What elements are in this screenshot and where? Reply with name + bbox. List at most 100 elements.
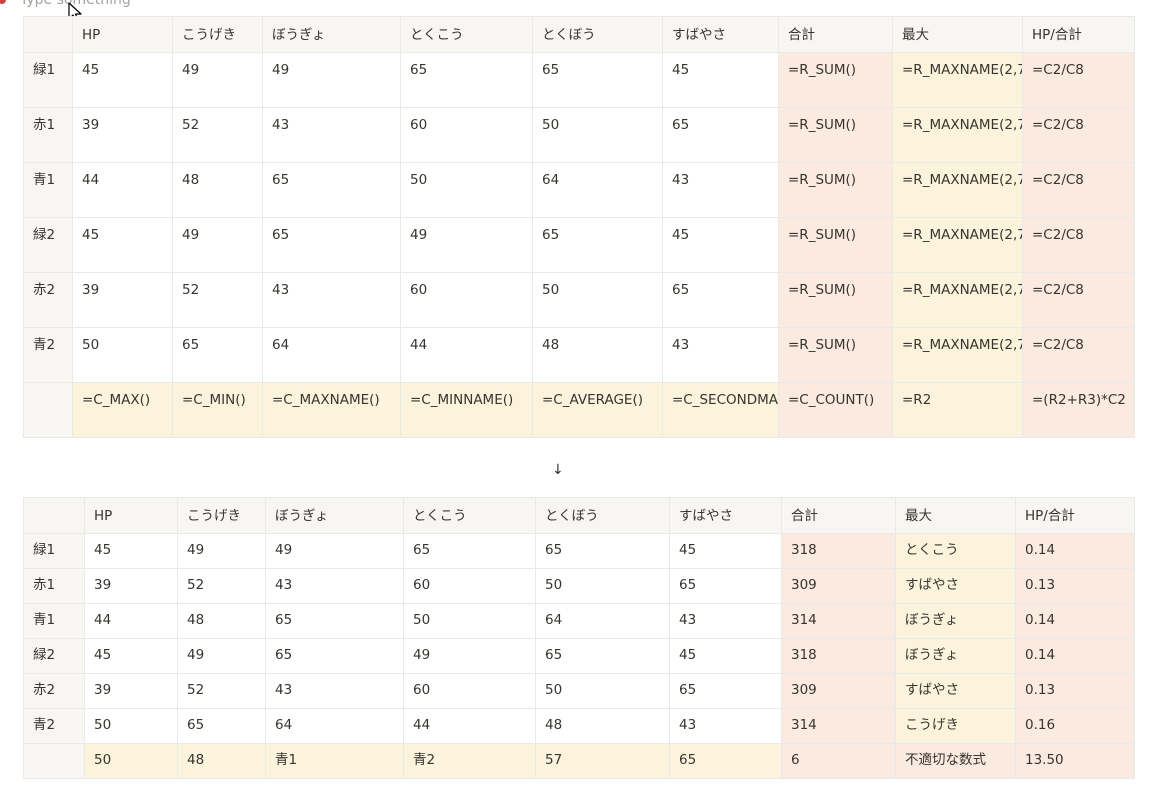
table-cell[interactable]: 44 [400,327,533,383]
table-cell[interactable]: 60 [403,568,536,604]
table-cell[interactable]: 0.16 [1015,708,1135,744]
column-header[interactable]: すばやさ [669,497,782,534]
footer-cell[interactable]: =C_COUNT() [778,382,893,438]
table-cell[interactable]: 49 [265,533,404,569]
editor-line[interactable]: Type something [0,0,131,9]
footer-cell[interactable]: 48 [177,743,266,779]
table-cell[interactable]: 48 [535,708,670,744]
table-cell[interactable]: 50 [532,107,663,163]
table-cell[interactable]: 64 [535,603,670,639]
table-cell[interactable]: 64 [262,327,401,383]
table-cell[interactable]: 0.14 [1015,533,1135,569]
table-cell[interactable]: 318 [781,638,896,674]
table-cell[interactable]: 44 [403,708,536,744]
row-header[interactable]: 緑1 [23,52,73,108]
footer-cell[interactable]: =(R2+R3)*C2 [1022,382,1135,438]
footer-cell[interactable]: =C_MINNAME() [400,382,533,438]
table-cell[interactable]: 318 [781,533,896,569]
footer-cell[interactable]: 6 [781,743,896,779]
table-cell[interactable]: 49 [172,52,263,108]
table-cell[interactable]: =C2/C8 [1022,327,1135,383]
table-cell[interactable]: 52 [172,107,263,163]
column-header[interactable] [23,497,85,534]
table-cell[interactable]: 49 [400,217,533,273]
table-cell[interactable]: =C2/C8 [1022,162,1135,218]
table-cell[interactable]: 39 [72,107,173,163]
column-header[interactable]: HP [84,497,178,534]
footer-cell[interactable]: =R2 [892,382,1023,438]
table-cell[interactable]: 65 [177,708,266,744]
table-cell[interactable]: =R_SUM() [778,272,893,328]
table-cell[interactable]: =R_SUM() [778,162,893,218]
column-header[interactable]: HP [72,16,173,53]
table-cell[interactable]: 43 [265,568,404,604]
table-cell[interactable]: 43 [662,327,779,383]
table-cell[interactable]: 65 [662,107,779,163]
column-header[interactable]: 合計 [781,497,896,534]
column-header[interactable]: とくこう [400,16,533,53]
column-header[interactable]: ぼうぎょ [262,16,401,53]
table-cell[interactable]: 65 [669,673,782,709]
row-header[interactable]: 緑2 [23,217,73,273]
table-cell[interactable]: 52 [177,568,266,604]
table-cell[interactable]: =C2/C8 [1022,272,1135,328]
table-cell[interactable]: 45 [669,638,782,674]
table-cell[interactable]: 65 [403,533,536,569]
table-cell[interactable]: 0.14 [1015,603,1135,639]
table-cell[interactable]: 50 [535,568,670,604]
table-cell[interactable]: すばやさ [895,673,1016,709]
table-cell[interactable]: 314 [781,603,896,639]
table-cell[interactable]: 64 [265,708,404,744]
table-cell[interactable]: =R_MAXNAME(2,7) [892,272,1023,328]
table-cell[interactable]: 48 [177,603,266,639]
footer-cell[interactable] [23,382,73,438]
table-cell[interactable]: 49 [177,533,266,569]
footer-cell[interactable]: 不適切な数式 [895,743,1016,779]
table-cell[interactable]: 50 [532,272,663,328]
table-cell[interactable]: 64 [532,162,663,218]
table-cell[interactable]: 39 [72,272,173,328]
table-cell[interactable]: =R_SUM() [778,52,893,108]
table-cell[interactable]: 65 [535,533,670,569]
table-cell[interactable]: =R_SUM() [778,107,893,163]
row-header[interactable]: 青1 [23,162,73,218]
table-cell[interactable]: ぼうぎょ [895,638,1016,674]
column-header[interactable]: 合計 [778,16,893,53]
table-cell[interactable]: 314 [781,708,896,744]
column-header[interactable]: HP/合計 [1015,497,1135,534]
table-cell[interactable]: 43 [265,673,404,709]
column-header[interactable] [23,16,73,53]
table-cell[interactable]: 45 [84,638,178,674]
table-cell[interactable]: 50 [535,673,670,709]
table-cell[interactable]: 39 [84,568,178,604]
table-cell[interactable]: 65 [662,272,779,328]
row-header[interactable]: 赤1 [23,107,73,163]
column-header[interactable]: HP/合計 [1022,16,1135,53]
table-cell[interactable]: 50 [84,708,178,744]
column-header[interactable]: とくこう [403,497,536,534]
table-cell[interactable]: 65 [535,638,670,674]
footer-cell[interactable]: 青2 [403,743,536,779]
table-cell[interactable]: =R_SUM() [778,217,893,273]
table-cell[interactable]: 50 [400,162,533,218]
column-header[interactable]: 最大 [892,16,1023,53]
row-header[interactable]: 緑2 [23,638,85,674]
table-cell[interactable]: 39 [84,673,178,709]
footer-cell[interactable]: =C_MAXNAME() [262,382,401,438]
column-header[interactable]: こうげき [172,16,263,53]
footer-cell[interactable]: 青1 [265,743,404,779]
footer-cell[interactable]: =C_AVERAGE() [532,382,663,438]
table-cell[interactable]: 48 [532,327,663,383]
table-cell[interactable]: 0.14 [1015,638,1135,674]
footer-cell[interactable]: =C_MIN() [172,382,263,438]
table-cell[interactable]: 65 [262,217,401,273]
table-cell[interactable]: 43 [262,107,401,163]
table-cell[interactable]: =R_MAXNAME(2,7) [892,52,1023,108]
footer-cell[interactable]: =C_SECONDMAX() [662,382,779,438]
table-cell[interactable]: 65 [669,568,782,604]
table-cell[interactable]: 45 [84,533,178,569]
footer-cell[interactable] [23,743,85,779]
table-cell[interactable]: 49 [403,638,536,674]
footer-cell[interactable]: 50 [84,743,178,779]
table-cell[interactable]: 65 [262,162,401,218]
